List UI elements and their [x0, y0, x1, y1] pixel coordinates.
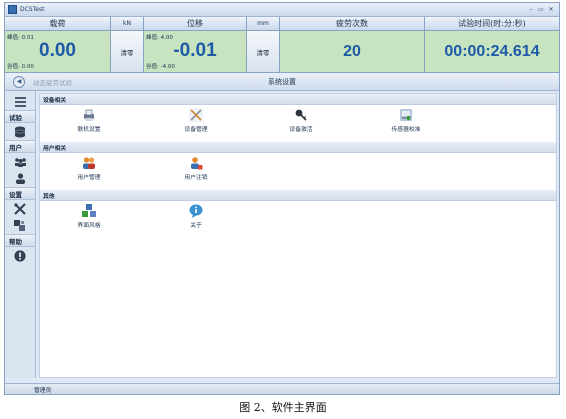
time-value: 00:00:24.614	[425, 31, 559, 72]
blocks-icon[interactable]	[5, 217, 35, 234]
user-logout-icon	[189, 156, 203, 170]
current-user: 管理员	[34, 387, 52, 394]
section-user-items: 用户管理 用户注销	[40, 153, 556, 190]
user-icon[interactable]	[5, 170, 35, 187]
database-icon[interactable]	[5, 123, 35, 140]
ui-style-button[interactable]: 界面风格	[59, 204, 119, 229]
minimize-button[interactable]: –	[526, 6, 536, 13]
user-logout-label: 用户注销	[184, 175, 208, 181]
printer-icon	[82, 108, 96, 122]
sensor-calibration-button[interactable]: 传感器校准	[376, 108, 436, 133]
maximize-button[interactable]: ▭	[536, 6, 546, 13]
page-title: 系统设置	[268, 77, 296, 86]
sidebar-label-help[interactable]: 帮助	[5, 234, 35, 247]
section-other-items: 界面风格 关于	[40, 201, 556, 238]
device-tools-icon	[189, 108, 203, 122]
connection-settings-button[interactable]: 联机设置	[59, 108, 119, 133]
sidebar: 试验 用户 设置 帮助	[5, 91, 36, 378]
section-device-items: 联机设置 设备管理 设备激活 传感器校准	[40, 105, 556, 142]
user-management-button[interactable]: 用户管理	[59, 156, 119, 181]
cycles-value: 20	[280, 31, 424, 72]
user-logout-button[interactable]: 用户注销	[166, 156, 226, 181]
breadcrumb[interactable]: 动态疲劳试验	[33, 77, 72, 87]
load-value: 0.00	[39, 40, 76, 61]
connection-settings-label: 联机设置	[77, 127, 101, 133]
about-label: 关于	[190, 223, 202, 229]
user-management-label: 用户管理	[77, 175, 101, 181]
cycles-header: 疲劳次数	[336, 19, 368, 28]
users-icon	[82, 156, 96, 170]
section-header-device: 设备相关	[40, 94, 556, 105]
displacement-value-box: 峰值: 4.00 -0.01 谷值: -4.00	[144, 31, 246, 72]
app-icon	[8, 5, 17, 14]
displacement-header: 位移	[187, 19, 203, 28]
displacement-value: -0.01	[173, 40, 217, 61]
info-icon[interactable]	[5, 247, 35, 264]
status-bar: 管理员	[5, 383, 559, 394]
time-header: 试验时间(时:分:秒)	[458, 19, 526, 28]
sidebar-label-user[interactable]: 用户	[5, 140, 35, 153]
circle-arrow-left-icon[interactable]: ◀	[13, 75, 25, 88]
load-zero-button[interactable]: 清零	[110, 31, 143, 72]
settings-panel: 设备相关 联机设置 设备管理 设备激活 传感器校准 用户相关 用户管理 用户注销…	[39, 93, 557, 378]
sensor-calibration-label: 传感器校准	[391, 127, 421, 133]
key-icon	[294, 108, 308, 122]
list-icon[interactable]	[5, 93, 35, 110]
device-activation-button[interactable]: 设备激活	[271, 108, 331, 133]
style-blocks-icon	[82, 204, 96, 218]
sidebar-label-test[interactable]: 试验	[5, 110, 35, 123]
app-window: DCSTest – ▭ ✕ 载荷 kN 峰值: 0.01 0.00 谷值: 0.…	[4, 2, 560, 395]
section-header-other: 其他	[40, 190, 556, 201]
time-meter: 试验时间(时:分:秒) 00:00:24.614	[425, 17, 559, 72]
device-management-label: 设备管理	[184, 127, 208, 133]
user-group-icon[interactable]	[5, 153, 35, 170]
ui-style-label: 界面风格	[77, 223, 101, 229]
displacement-zero-button[interactable]: 清零	[246, 31, 279, 72]
meter-panel: 载荷 kN 峰值: 0.01 0.00 谷值: 0.00 清零 位移 mm 峰值…	[5, 17, 559, 73]
cycles-meter: 疲劳次数 20	[280, 17, 425, 72]
window-title: DCSTest	[20, 6, 45, 13]
calibration-icon	[399, 108, 413, 122]
close-button[interactable]: ✕	[546, 6, 556, 13]
load-unit: kN	[110, 17, 143, 30]
load-valley: 谷值: 0.00	[7, 64, 34, 70]
device-activation-label: 设备激活	[289, 127, 313, 133]
sidebar-label-settings[interactable]: 设置	[5, 187, 35, 200]
section-header-user: 用户相关	[40, 142, 556, 153]
displacement-meter: 位移 mm 峰值: 4.00 -0.01 谷值: -4.00 清零	[144, 17, 280, 72]
load-meter: 载荷 kN 峰值: 0.01 0.00 谷值: 0.00 清零	[5, 17, 144, 72]
about-icon	[189, 204, 203, 218]
tools-icon[interactable]	[5, 200, 35, 217]
title-bar: DCSTest – ▭ ✕	[5, 3, 559, 17]
nav-bar: ◀ 动态疲劳试验 系统设置	[5, 73, 559, 91]
displacement-unit: mm	[246, 17, 279, 30]
load-value-box: 峰值: 0.01 0.00 谷值: 0.00	[5, 31, 110, 72]
about-button[interactable]: 关于	[166, 204, 226, 229]
displacement-valley: 谷值: -4.00	[146, 64, 175, 70]
device-management-button[interactable]: 设备管理	[166, 108, 226, 133]
load-header: 载荷	[49, 19, 66, 28]
figure-caption: 图 2、软件主界面	[239, 401, 327, 414]
